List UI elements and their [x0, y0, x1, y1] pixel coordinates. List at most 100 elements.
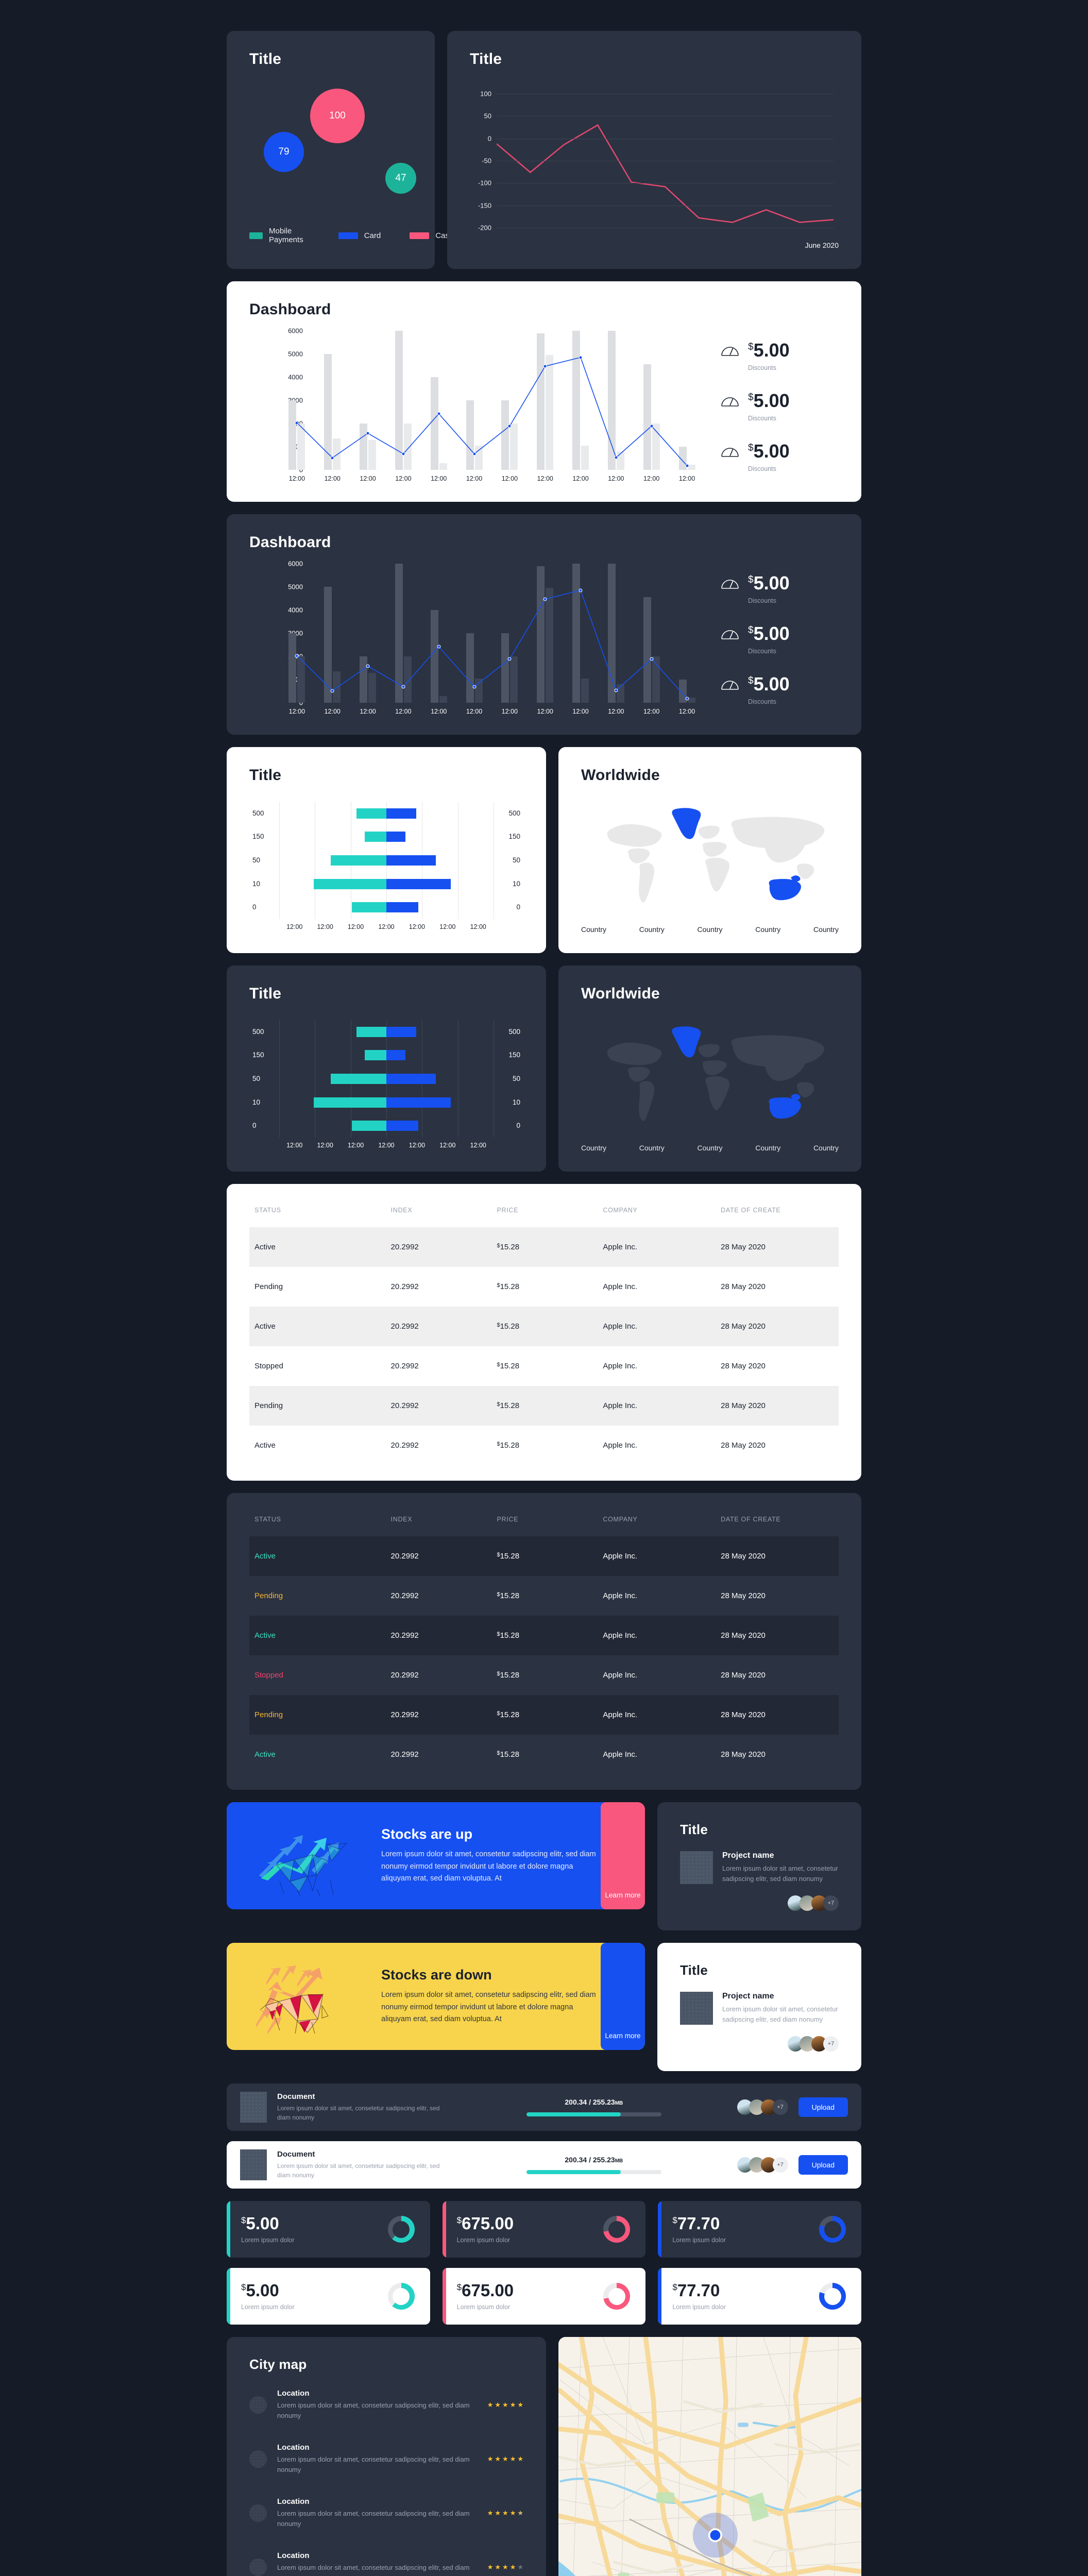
line-point[interactable] — [543, 364, 547, 368]
bubble-mobile-payments[interactable]: 47 — [385, 163, 416, 194]
tornado-bar-row[interactable] — [279, 1121, 494, 1131]
kpi-discounts[interactable]: $5.00 Discounts — [720, 573, 839, 604]
banner-up-learn-more-button[interactable]: Learn more — [601, 1802, 645, 1909]
stat-card[interactable]: $5.00 Lorem ipsum dolor — [227, 2201, 430, 2258]
table-row[interactable]: Active 20.2992 $15.28 Apple Inc. 28 May 2020 — [249, 1426, 839, 1465]
table-row[interactable]: Stopped 20.2992 $15.28 Apple Inc. 28 May 202… — [249, 1655, 839, 1695]
street-map-svg[interactable] — [558, 2337, 861, 2576]
line-point[interactable] — [295, 421, 299, 425]
banner-stocks-down[interactable]: Stocks are down Lorem ipsum dolor sit am… — [227, 1943, 645, 2050]
world-map-svg[interactable] — [581, 1017, 839, 1136]
stat-card[interactable]: $675.00 Lorem ipsum dolor — [442, 2201, 646, 2258]
line-point[interactable] — [650, 424, 654, 428]
stat-card[interactable]: $77.70 Lorem ipsum dolor — [658, 2201, 862, 2258]
list-item[interactable]: Location Lorem ipsum dolor sit amet, cons… — [249, 2486, 523, 2540]
line-point[interactable] — [295, 654, 299, 658]
line-point[interactable] — [330, 689, 334, 693]
table-column-header[interactable]: COMPANY — [603, 1207, 721, 1227]
line-point[interactable] — [543, 597, 547, 601]
tornado-bar-row[interactable] — [279, 878, 494, 889]
stat-card[interactable]: $77.70 Lorem ipsum dolor — [658, 2268, 862, 2325]
table-column-header[interactable]: INDEX — [391, 1207, 497, 1227]
line-point[interactable] — [507, 424, 512, 428]
kpi-discounts[interactable]: $5.00 Discounts — [720, 674, 839, 705]
line-point[interactable] — [685, 464, 689, 468]
tornado-bar-row[interactable] — [279, 902, 494, 913]
table-column-header[interactable]: STATUS — [249, 1207, 391, 1227]
table-row[interactable]: Active 20.2992 $15.28 Apple Inc. 28 May 2020 — [249, 1307, 839, 1346]
highlight-australia[interactable] — [769, 1094, 802, 1119]
tornado-bar-row[interactable] — [279, 1026, 494, 1037]
banner-stocks-up[interactable]: Stocks are up Lorem ipsum dolor sit amet… — [227, 1802, 645, 1909]
list-item[interactable]: Location Lorem ipsum dolor sit amet, cons… — [249, 2378, 523, 2432]
rating-stars[interactable]: ★ ★ ★ ★ ★ — [487, 2455, 523, 2463]
line-point[interactable] — [579, 355, 583, 360]
avatar-more-badge[interactable]: +7 — [823, 2036, 839, 2052]
tornado-bar-row[interactable] — [279, 1073, 494, 1084]
kpi-discounts[interactable]: $5.00 Discounts — [720, 624, 839, 655]
table-row[interactable]: Pending 20.2992 $15.28 Apple Inc. 28 May 202… — [249, 1267, 839, 1307]
tornado-bar-row[interactable] — [279, 832, 494, 842]
list-item[interactable]: Location Lorem ipsum dolor sit amet, cons… — [249, 2540, 523, 2576]
legend-item-mobile-payments[interactable]: Mobile Payments — [249, 227, 310, 244]
upload-button[interactable]: Upload — [798, 2097, 848, 2117]
table-row[interactable]: Pending 20.2992 $15.28 Apple Inc. 28 May 202… — [249, 1386, 839, 1426]
line-point[interactable] — [614, 688, 618, 692]
upload-progress-bar[interactable] — [526, 2112, 661, 2116]
highlight-greenland[interactable] — [672, 1026, 701, 1058]
highlight-australia[interactable] — [769, 875, 802, 901]
table-row[interactable]: Stopped 20.2992 $15.28 Apple Inc. 28 May 202… — [249, 1346, 839, 1386]
line-point[interactable] — [401, 685, 405, 689]
tornado-bar-row[interactable] — [279, 1050, 494, 1061]
line-point[interactable] — [685, 697, 689, 701]
table-row[interactable]: Active 20.2992 $15.28 Apple Inc. 28 May 2020 — [249, 1536, 839, 1576]
line-point[interactable] — [507, 657, 512, 661]
kpi-discounts[interactable]: $5.00 Discounts — [720, 391, 839, 422]
upload-progress-bar[interactable] — [526, 2170, 661, 2174]
avatar-more-badge[interactable]: +7 — [772, 2099, 788, 2115]
table-column-header[interactable]: STATUS — [249, 1516, 391, 1536]
upload-button[interactable]: Upload — [798, 2155, 848, 2175]
line-point[interactable] — [437, 645, 441, 649]
world-map-light[interactable] — [581, 799, 839, 917]
table-row[interactable]: Pending 20.2992 $15.28 Apple Inc. 28 May 202… — [249, 1695, 839, 1735]
rating-stars[interactable]: ★ ★ ★ ★ ★ — [487, 2509, 523, 2517]
table-column-header[interactable]: COMPANY — [603, 1516, 721, 1536]
table-column-header[interactable]: DATE OF CREATE — [721, 1516, 839, 1536]
line-point[interactable] — [401, 452, 405, 456]
bubble-cash[interactable]: 100 — [310, 89, 365, 143]
tornado-bar-row[interactable] — [279, 855, 494, 866]
avatar-more-badge[interactable]: +7 — [772, 2157, 788, 2173]
stat-card[interactable]: $675.00 Lorem ipsum dolor — [442, 2268, 646, 2325]
table-row[interactable]: Active 20.2992 $15.28 Apple Inc. 28 May 2020 — [249, 1227, 839, 1267]
line-point[interactable] — [330, 456, 334, 460]
legend-item-card[interactable]: Card — [338, 227, 381, 244]
bubble-card[interactable]: 79 — [264, 132, 304, 172]
line-point[interactable] — [579, 588, 583, 592]
stat-card[interactable]: $5.00 Lorem ipsum dolor — [227, 2268, 430, 2325]
city-map-canvas[interactable] — [558, 2337, 861, 2576]
world-map-dark[interactable] — [581, 1017, 839, 1136]
world-map-svg[interactable] — [581, 799, 839, 917]
rating-stars[interactable]: ★ ★ ★ ★ ★ — [487, 2401, 523, 2409]
line-point[interactable] — [437, 412, 441, 416]
table-row[interactable]: Active 20.2992 $15.28 Apple Inc. 28 May 2020 — [249, 1735, 839, 1774]
line-point[interactable] — [650, 657, 654, 661]
kpi-discounts[interactable]: $5.00 Discounts — [720, 341, 839, 371]
avatar-more-badge[interactable]: +7 — [823, 1895, 839, 1911]
table-row[interactable]: Active 20.2992 $15.28 Apple Inc. 28 May 2020 — [249, 1616, 839, 1655]
line-point[interactable] — [472, 685, 477, 689]
table-column-header[interactable]: PRICE — [497, 1207, 603, 1227]
table-column-header[interactable]: DATE OF CREATE — [721, 1207, 839, 1227]
line-point[interactable] — [366, 664, 370, 668]
rating-stars[interactable]: ★ ★ ★ ★ ★ — [487, 2563, 523, 2571]
highlight-greenland[interactable] — [672, 808, 701, 839]
tornado-bar-row[interactable] — [279, 808, 494, 819]
line-point[interactable] — [614, 455, 618, 460]
line-point[interactable] — [472, 452, 477, 456]
kpi-discounts[interactable]: $5.00 Discounts — [720, 442, 839, 472]
line-point[interactable] — [366, 431, 370, 435]
table-row[interactable]: Pending 20.2992 $15.28 Apple Inc. 28 May 202… — [249, 1576, 839, 1616]
table-column-header[interactable]: PRICE — [497, 1516, 603, 1536]
table-column-header[interactable]: INDEX — [391, 1516, 497, 1536]
